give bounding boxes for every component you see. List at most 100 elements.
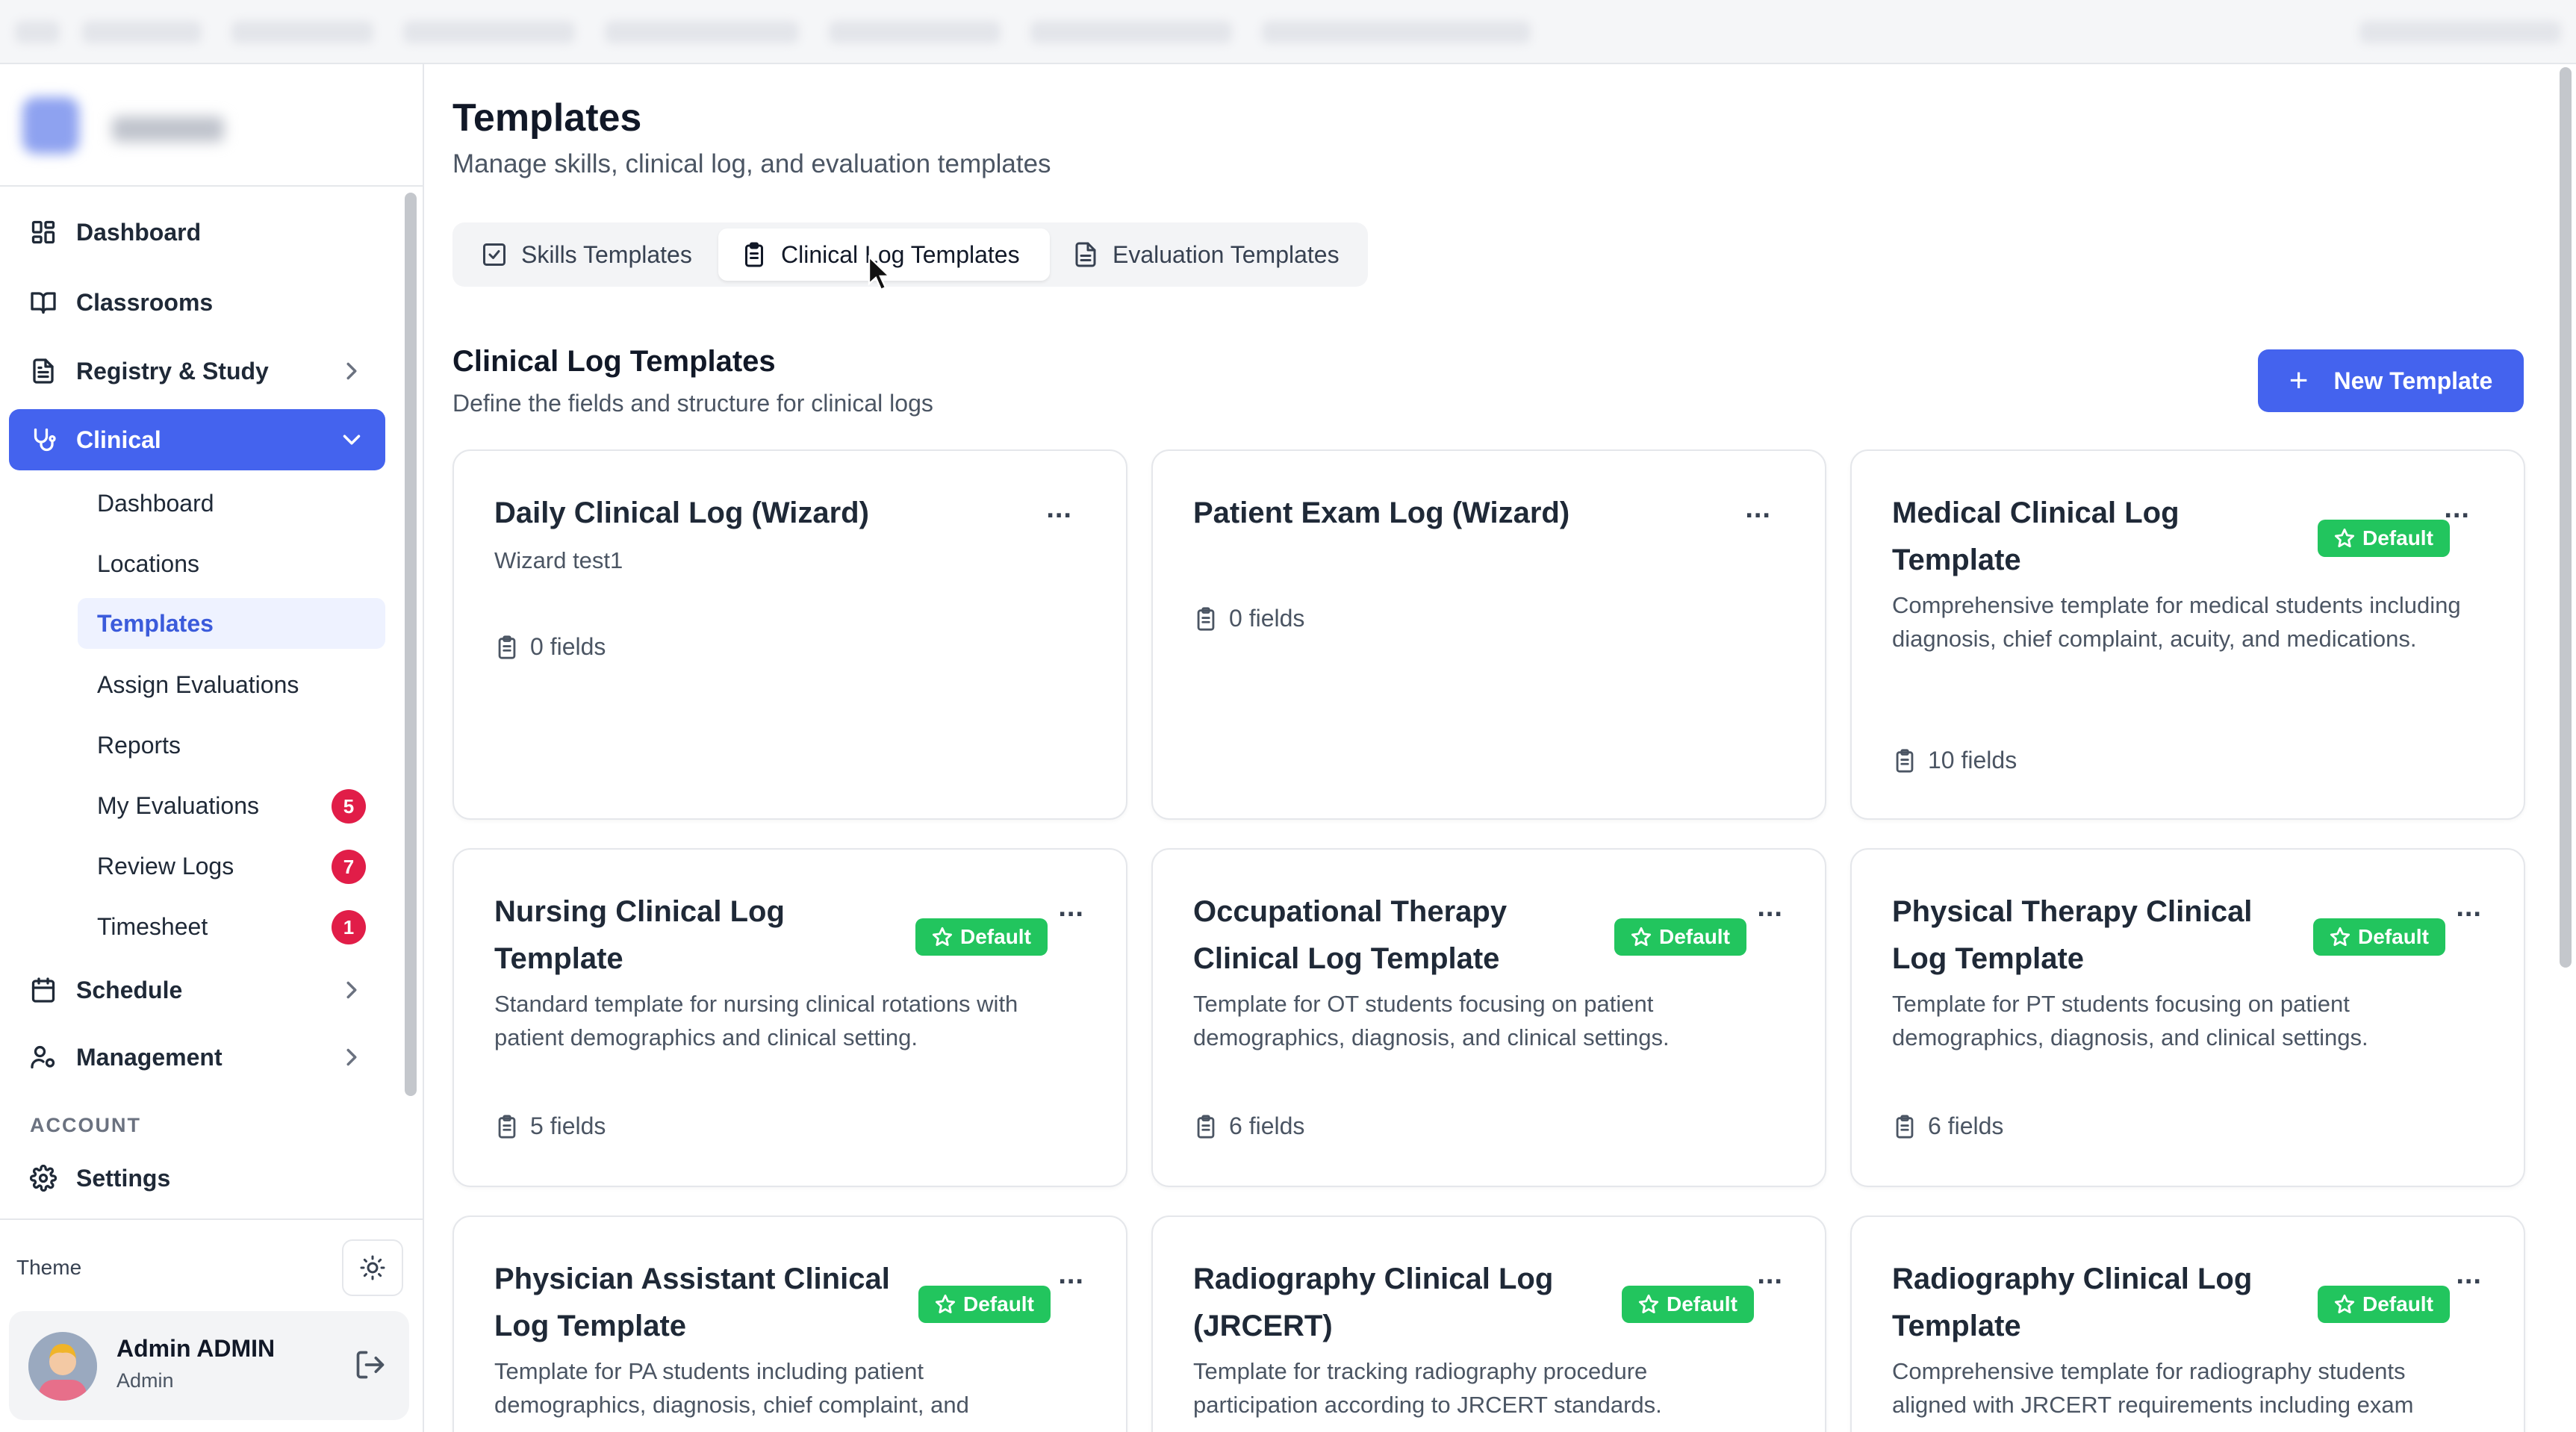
sidebar-subitem-reports[interactable]: Reports [78, 720, 385, 771]
sidebar-item-settings[interactable]: Settings [9, 1148, 385, 1209]
template-card[interactable]: Physical Therapy Clinical Log Template D… [1850, 848, 2525, 1187]
card-description: Comprehensive template for radiography s… [1892, 1358, 2414, 1418]
card-description: Template for OT students focusing on pat… [1193, 991, 1670, 1050]
more-options-button[interactable]: ... [2456, 1259, 2482, 1291]
template-card[interactable]: Occupational Therapy Clinical Log Templa… [1151, 848, 1826, 1187]
sidebar-scrollbar[interactable] [405, 193, 417, 1096]
template-card[interactable]: Daily Clinical Log (Wizard) ... Wizard t… [452, 449, 1127, 820]
tab-evaluation-templates[interactable]: Evaluation Templates [1050, 228, 1362, 281]
sidebar-subitem-dashboard[interactable]: Dashboard [78, 478, 385, 529]
star-icon [932, 927, 953, 947]
badge-label: Default [963, 1292, 1034, 1316]
sidebar-subitem-review-logs[interactable]: Review Logs 7 [78, 841, 385, 891]
star-icon [2334, 1294, 2355, 1314]
sidebar-subitem-locations[interactable]: Locations [78, 538, 385, 589]
template-tabs: Skills Templates Clinical Log Templates … [452, 222, 1368, 287]
divider [0, 185, 423, 187]
tab-skills-templates[interactable]: Skills Templates [458, 228, 718, 281]
blurred-topbar-item [1030, 21, 1232, 43]
card-field-count: 10 fields [1892, 747, 2017, 774]
field-count-text: 6 fields [1928, 1112, 2004, 1139]
checkbox-icon [483, 243, 505, 266]
card-field-count: 6 fields [1892, 1112, 2003, 1140]
more-options-button[interactable]: ... [1058, 891, 1084, 924]
page-title: Templates [452, 96, 642, 140]
template-card[interactable]: Medical Clinical Log Template Default ..… [1850, 449, 2525, 820]
sidebar-item-label: Templates [97, 609, 214, 637]
sidebar-item-schedule[interactable]: Schedule [9, 959, 385, 1021]
user-role: Admin [116, 1369, 174, 1392]
field-count-text: 5 fields [530, 1112, 606, 1139]
default-badge: Default [2318, 520, 2450, 557]
template-card[interactable]: Nursing Clinical Log Template Default ..… [452, 848, 1127, 1187]
sidebar-item-label: Locations [97, 550, 199, 577]
card-description: Comprehensive template for medical stude… [1892, 592, 2461, 652]
more-options-button[interactable]: ... [1046, 493, 1072, 525]
avatar-illustration [28, 1332, 97, 1401]
more-options-button[interactable]: ... [1757, 891, 1783, 924]
template-card[interactable]: Physician Assistant Clinical Log Templat… [452, 1215, 1127, 1432]
sidebar-item-label: Assign Evaluations [97, 670, 299, 698]
main-scrollbar[interactable] [2560, 67, 2572, 968]
more-options-button[interactable]: ... [1058, 1259, 1084, 1291]
sidebar-subitem-templates[interactable]: Templates [78, 598, 385, 649]
count-badge: 5 [332, 789, 366, 824]
blurred-topbar-item [829, 21, 1001, 43]
browser-topbar [0, 0, 2576, 64]
sidebar-item-dashboard[interactable]: Dashboard [9, 202, 385, 263]
card-title: Medical Clinical Log Template [1892, 496, 2180, 576]
sidebar-item-clinical[interactable]: Clinical [9, 409, 385, 470]
sidebar-item-management[interactable]: Management [9, 1027, 385, 1088]
chevron-right-icon [346, 981, 357, 999]
user-profile-card[interactable]: Admin ADMIN Admin [9, 1311, 409, 1420]
account-section-label: ACCOUNT [30, 1114, 141, 1136]
more-options-button[interactable]: ... [1757, 1259, 1783, 1291]
sidebar-item-classrooms[interactable]: Classrooms [9, 272, 385, 333]
sidebar-item-registry-study[interactable]: Registry & Study [9, 340, 385, 402]
card-title: Radiography Clinical Log (JRCERT) [1193, 1263, 1554, 1342]
sidebar-subitem-timesheet[interactable]: Timesheet 1 [78, 901, 385, 952]
star-icon [2330, 927, 2351, 947]
sidebar-subitem-my-evaluations[interactable]: My Evaluations 5 [78, 780, 385, 831]
card-field-count: 0 fields [1193, 605, 1304, 632]
tab-label: Skills Templates [521, 240, 692, 268]
sidebar-subitem-assign-evaluations[interactable]: Assign Evaluations [78, 659, 385, 710]
file-text-icon [28, 356, 58, 386]
calendar-icon [28, 975, 58, 1005]
new-template-button[interactable]: + New Template [2258, 349, 2524, 412]
badge-label: Default [960, 925, 1031, 948]
tab-label: Evaluation Templates [1113, 240, 1340, 268]
more-options-button[interactable]: ... [2456, 891, 2482, 924]
user-name: Admin ADMIN [116, 1335, 276, 1362]
sidebar-item-label: Management [76, 1043, 223, 1071]
clipboard-icon [498, 1114, 516, 1139]
divider [0, 1218, 423, 1220]
count-badge: 1 [332, 910, 366, 944]
book-icon [28, 287, 58, 317]
default-badge: Default [915, 918, 1048, 956]
badge-label: Default [2362, 1292, 2433, 1316]
field-count-text: 10 fields [1928, 747, 2017, 773]
logo-text [112, 116, 224, 142]
more-options-button[interactable]: ... [1745, 493, 1771, 525]
clipboard-icon [1896, 748, 1914, 773]
card-title: Patient Exam Log (Wizard) [1193, 496, 1570, 529]
clipboard-icon [498, 635, 516, 659]
field-count-text: 0 fields [1229, 605, 1305, 632]
blurred-topbar-item [15, 21, 60, 43]
sidebar-item-label: Timesheet [97, 912, 208, 940]
template-card[interactable]: Radiography Clinical Log Template Defaul… [1850, 1215, 2525, 1432]
template-card[interactable]: Radiography Clinical Log (JRCERT) Defaul… [1151, 1215, 1826, 1432]
logo-mark [22, 97, 79, 154]
blurred-topbar-item [403, 21, 575, 43]
sidebar-item-label: Dashboard [76, 218, 202, 246]
blurred-topbar-item [2359, 21, 2561, 43]
logout-icon[interactable] [354, 1348, 387, 1381]
blurred-topbar-item [1262, 21, 1531, 43]
theme-toggle-button[interactable] [342, 1239, 403, 1296]
card-description: Template for PT students focusing on pat… [1892, 991, 2368, 1050]
sidebar-item-label: Review Logs [97, 852, 234, 880]
more-options-button[interactable]: ... [2444, 493, 2470, 525]
app-logo[interactable] [22, 87, 231, 161]
template-card[interactable]: Patient Exam Log (Wizard) ... 0 fields [1151, 449, 1826, 820]
